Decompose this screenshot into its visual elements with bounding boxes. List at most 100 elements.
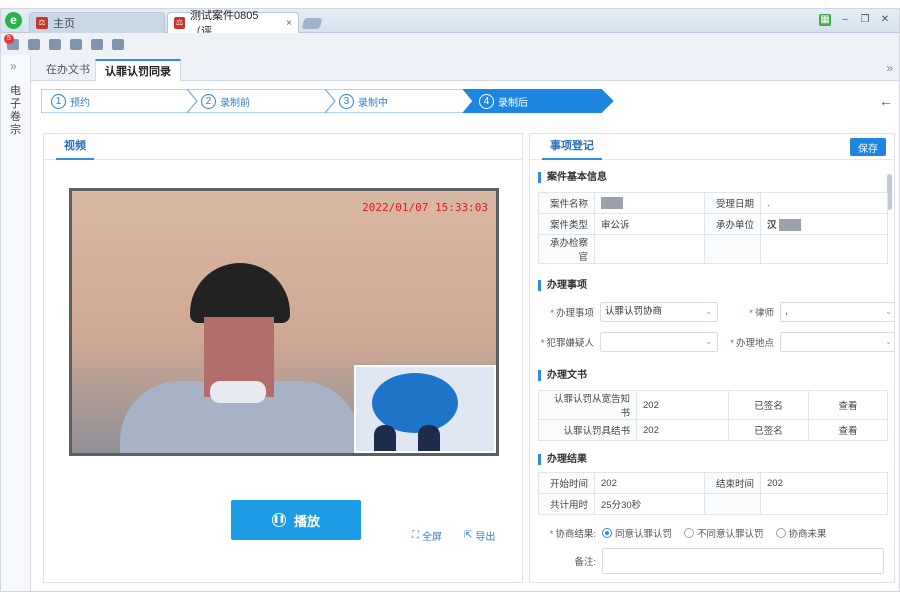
suspect-select[interactable]: ⌄ — [600, 332, 718, 352]
expand-right-icon[interactable]: » — [886, 61, 893, 75]
step-1[interactable]: 1 预约 — [41, 89, 90, 113]
play-label: 播放 — [293, 513, 320, 529]
matter-label: * 办理事项 — [550, 308, 594, 319]
place-label: * 办理地点 — [730, 338, 774, 349]
start-label: 开始时间 — [538, 472, 595, 494]
copy-icon[interactable] — [49, 38, 61, 50]
document-status: 已签名 — [728, 419, 809, 441]
table-row: 认罪认罚从宽告知书 202 已签名 查看 — [538, 390, 888, 420]
video-panel-header: 视频 — [44, 134, 522, 160]
matters-panel: 事项登记 保存 案件基本信息 案件名称 受理日期 . 案件类型 审公诉 承办单位… — [529, 133, 895, 583]
radio-undecided[interactable]: 协商未果 — [775, 526, 827, 540]
tab-home[interactable]: ⚖ 主页 — [29, 12, 165, 33]
start-value: 202 — [594, 472, 705, 494]
fullscreen-button[interactable]: ⛶ 全屏 — [412, 528, 442, 543]
step-number: 2 — [201, 93, 216, 109]
view-link[interactable]: 查看 — [808, 390, 888, 420]
document-status: 已签名 — [728, 390, 809, 420]
tab-bar: e ⚖ 主页 ⚖ 测试案件0805（评... × ▦ – ❐ ✕ — [1, 9, 899, 38]
toolbar: 5 — [1, 33, 899, 55]
matters-tab[interactable]: 事项登记 — [542, 134, 602, 160]
expand-icon[interactable]: » — [10, 59, 17, 73]
section-heading: 案件基本信息 — [538, 172, 607, 183]
empty-value — [760, 234, 888, 264]
tab-recording[interactable]: 认罪认罚同录 — [95, 59, 181, 81]
close-window-icon[interactable]: ✕ — [879, 14, 891, 26]
unit-value: 汉 — [760, 213, 888, 235]
message-icon[interactable]: 5 — [4, 33, 19, 50]
pip-person — [374, 425, 396, 451]
print-icon[interactable] — [70, 38, 82, 50]
tab-documents[interactable]: 在办文书 — [37, 59, 99, 81]
lawyer-label: * 律师 — [749, 308, 774, 319]
chevron-down-icon: ⌄ — [705, 307, 712, 316]
close-icon[interactable]: × — [286, 18, 292, 29]
step-4[interactable]: 4 录制后 — [469, 89, 528, 113]
video-player[interactable]: 2022/01/07 15:33:03 — [69, 188, 499, 456]
outcome-row: * 协商结果: 同意认罪认罚 不同意认罪认罚 协商未果 — [538, 526, 839, 540]
emblem-icon — [372, 373, 458, 433]
export-label: 导出 — [475, 532, 496, 543]
video-panel: 视频 2022/01/07 15:33:03 ❚❚ 播放 ⛶ 全屏 ⇱ 导出 — [43, 133, 523, 583]
duration-value: 25分30秒 — [594, 493, 705, 515]
play-button[interactable]: ❚❚ 播放 — [231, 500, 361, 540]
matter-select[interactable]: 认罪认罚协商 ⌄ — [600, 302, 718, 322]
new-tab-button[interactable] — [301, 18, 323, 29]
remark-label: 备注: — [574, 557, 596, 568]
view-link[interactable]: 查看 — [808, 419, 888, 441]
step-2[interactable]: 2 录制前 — [191, 89, 250, 113]
left-sidebar: » 电子卷宗 — [1, 55, 31, 591]
table-row: 案件类型 审公诉 承办单位 汉 — [538, 213, 888, 235]
refresh-icon[interactable] — [91, 38, 103, 50]
empty-label — [704, 234, 761, 264]
app-icon[interactable]: ▦ — [819, 14, 831, 26]
main-content: 1 预约 2 录制前 3 录制中 4 录制后 ← 视频 2022/01/07 1… — [31, 81, 899, 591]
handling-row: * 办理事项 认罪认罚协商 ⌄ * 律师 , ⌄ — [538, 302, 894, 322]
redacted-block — [601, 197, 623, 209]
chat-icon[interactable] — [112, 38, 124, 50]
minimize-icon[interactable]: – — [839, 14, 851, 26]
duration-label: 共计用时 — [538, 493, 595, 515]
chevron-down-icon: ⌄ — [885, 307, 892, 316]
remark-row: 备注: — [538, 554, 596, 568]
table-row: 开始时间 202 结束时间 202 — [538, 472, 888, 494]
restore-icon[interactable]: ❐ — [859, 14, 871, 26]
document-name: 认罪认罚具结书 — [538, 419, 637, 441]
place-select[interactable]: ⌄ — [780, 332, 894, 352]
handling-row: * 犯罪嫌疑人 ⌄ * 办理地点 ⌄ — [538, 332, 894, 352]
video-tab[interactable]: 视频 — [56, 134, 94, 160]
case-info-table: 案件名称 受理日期 . 案件类型 审公诉 承办单位 汉 承办检察官 — [538, 192, 888, 264]
section-heading: 办理文书 — [538, 370, 587, 381]
radio-agree[interactable]: 同意认罪认罚 — [602, 526, 672, 540]
export-button[interactable]: ⇱ 导出 — [464, 528, 495, 543]
end-label: 结束时间 — [704, 472, 761, 494]
table-row: 认罪认罚具结书 202 已签名 查看 — [538, 419, 888, 441]
prosecutor-label: 承办检察官 — [538, 234, 595, 264]
suspect-label: * 犯罪嫌疑人 — [540, 338, 594, 349]
table-row: 承办检察官 — [538, 234, 888, 264]
prosecutor-value — [594, 234, 705, 264]
pip-video[interactable] — [354, 365, 496, 453]
browser-logo-icon[interactable]: e — [5, 12, 22, 29]
window-controls: ▦ – ❐ ✕ — [819, 14, 891, 26]
remark-input[interactable] — [602, 548, 884, 574]
lawyer-select[interactable]: , ⌄ — [780, 302, 894, 322]
back-arrow-icon[interactable]: ← — [879, 93, 893, 109]
save-button[interactable]: 保存 — [850, 138, 886, 156]
radio-disagree[interactable]: 不同意认罪认罚 — [684, 526, 764, 540]
step-3[interactable]: 3 录制中 — [329, 89, 388, 113]
sidebar-title[interactable]: 电子卷宗 — [10, 85, 22, 137]
redacted-block — [779, 219, 802, 232]
list-icon[interactable] — [28, 38, 40, 50]
video-timestamp: 2022/01/07 15:33:03 — [362, 201, 488, 214]
result-table: 开始时间 202 结束时间 202 共计用时 25分30秒 — [538, 472, 888, 515]
radio-icon — [775, 528, 786, 538]
browser-window: e ⚖ 主页 ⚖ 测试案件0805（评... × ▦ – ❐ ✕ 5 » 电子卷… — [0, 8, 900, 592]
unit-label: 承办单位 — [704, 213, 761, 235]
chevron-down-icon: ⌄ — [705, 337, 712, 346]
export-icon: ⇱ — [464, 530, 473, 541]
step-progress: 1 预约 2 录制前 3 录制中 4 录制后 — [41, 89, 851, 113]
document-date: 202 — [636, 390, 729, 420]
case-name-value — [594, 192, 705, 214]
tab-case[interactable]: ⚖ 测试案件0805（评... × — [167, 10, 299, 38]
